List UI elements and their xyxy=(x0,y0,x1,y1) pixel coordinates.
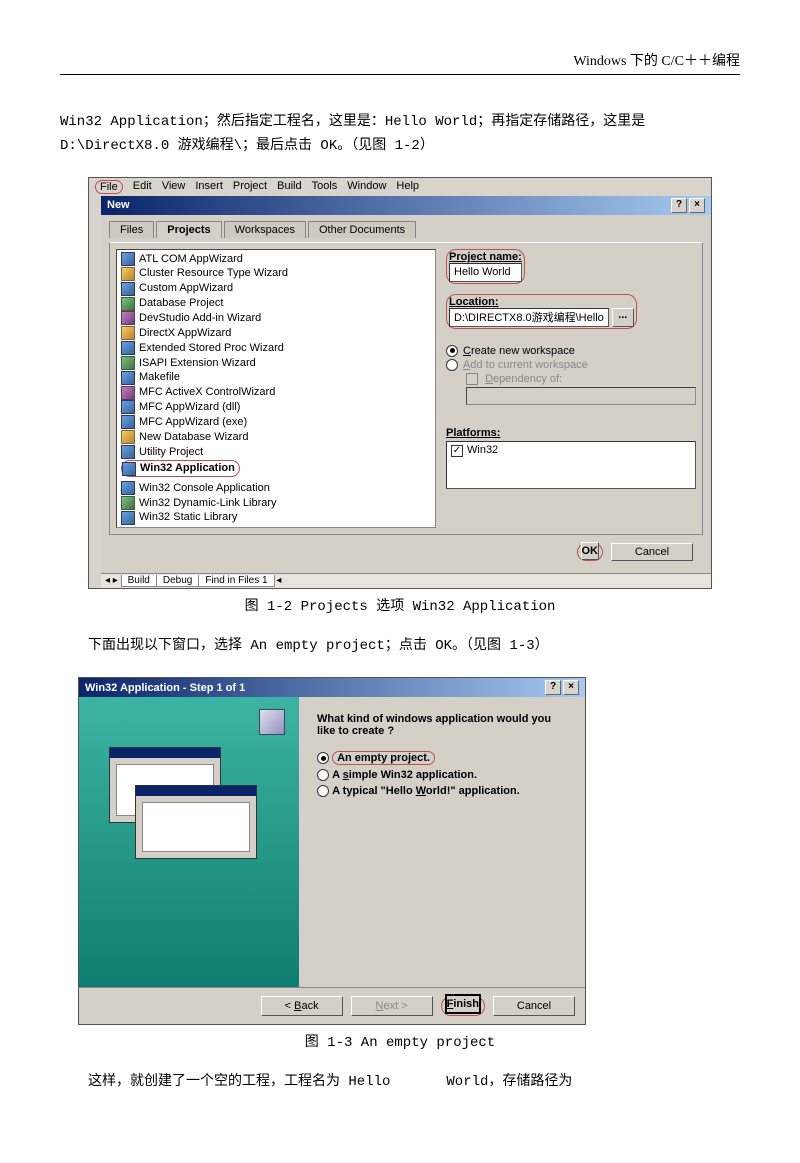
menu-tools[interactable]: Tools xyxy=(312,180,338,194)
radio-hello-world-app[interactable] xyxy=(317,785,329,797)
list-item[interactable]: Win32 Dynamic-Link Library xyxy=(139,496,277,511)
new-dialog-tabs: Files Projects Workspaces Other Document… xyxy=(109,221,703,238)
list-item[interactable]: Win32 Console Application xyxy=(139,481,270,496)
list-item[interactable]: DirectX AppWizard xyxy=(139,326,231,341)
platform-check-icon[interactable]: ✓ xyxy=(451,445,463,457)
cancel-button[interactable]: Cancel xyxy=(611,543,693,561)
menu-edit[interactable]: Edit xyxy=(133,180,152,194)
ok-button[interactable]: OK xyxy=(581,542,600,560)
tab-other-documents[interactable]: Other Documents xyxy=(308,221,416,238)
output-tab-build[interactable]: Build xyxy=(121,575,157,587)
paragraph-3: 这样，就创建了一个空的工程，工程名为 Hello World，存储路径为 xyxy=(60,1071,740,1095)
location-label: Location: xyxy=(449,296,634,308)
tab-projects[interactable]: Projects xyxy=(156,221,221,238)
radio-simple-app[interactable] xyxy=(317,769,329,781)
list-item[interactable]: MFC AppWizard (dll) xyxy=(139,400,240,415)
list-item-win32-application[interactable]: Win32 Application xyxy=(140,461,235,476)
list-item[interactable]: New Database Wizard xyxy=(139,430,248,445)
finish-button[interactable]: Finish xyxy=(445,994,481,1014)
menu-help[interactable]: Help xyxy=(396,180,419,194)
list-item[interactable]: Win32 Static Library xyxy=(139,510,237,525)
menubar: File Edit View Insert Project Build Tool… xyxy=(89,178,711,196)
list-item[interactable]: ATL COM AppWizard xyxy=(139,252,243,267)
decorative-window-icon xyxy=(135,785,257,859)
add-to-workspace-label: Add to current workspace xyxy=(463,359,588,371)
wizard-title: Win32 Application - Step 1 of 1 xyxy=(85,682,245,694)
figure-1-new-dialog: File Edit View Insert Project Build Tool… xyxy=(88,177,712,590)
option-empty-project-label: An empty project. xyxy=(337,752,430,764)
project-type-list[interactable]: ATL COM AppWizard Cluster Resource Type … xyxy=(116,249,436,529)
help-icon[interactable]: ? xyxy=(545,680,561,695)
menu-window[interactable]: Window xyxy=(347,180,386,194)
list-item[interactable]: Makefile xyxy=(139,370,180,385)
page-header: Windows 下的 C/C＋＋编程 xyxy=(60,50,740,75)
output-pane-tabs: ◂ ▸ BuildDebugFind in Files 1 ◂ xyxy=(101,573,711,588)
app-icon xyxy=(259,709,285,735)
close-icon[interactable]: × xyxy=(689,198,705,213)
radio-empty-project[interactable] xyxy=(317,752,329,764)
tab-workspaces[interactable]: Workspaces xyxy=(224,221,306,238)
wizard-question: What kind of windows application would y… xyxy=(317,713,567,737)
output-tab-debug[interactable]: Debug xyxy=(156,575,199,587)
list-item[interactable]: Database Project xyxy=(139,296,223,311)
list-item[interactable]: ISAPI Extension Wizard xyxy=(139,356,256,371)
figure-2-caption: 图 1-3 An empty project xyxy=(60,1031,740,1051)
menu-project[interactable]: Project xyxy=(233,180,267,194)
paragraph-2: 下面出现以下窗口，选择 An empty project；点击 OK。（见图 1… xyxy=(60,635,740,659)
project-name-label: Project name: xyxy=(449,251,522,263)
radio-create-new-workspace[interactable] xyxy=(446,345,458,357)
dependency-checkbox xyxy=(466,373,478,385)
list-item[interactable]: Cluster Resource Type Wizard xyxy=(139,266,288,281)
new-dialog-titlebar: New ? × xyxy=(101,196,711,215)
wizard-titlebar: Win32 Application - Step 1 of 1 ? × xyxy=(79,678,585,697)
output-tab-find[interactable]: Find in Files 1 xyxy=(198,575,274,587)
list-item[interactable]: MFC AppWizard (exe) xyxy=(139,415,247,430)
menu-build[interactable]: Build xyxy=(277,180,301,194)
dependency-combo xyxy=(466,387,696,405)
project-name-input[interactable]: Hello World xyxy=(449,263,522,282)
list-item[interactable]: Custom AppWizard xyxy=(139,281,233,296)
figure-1-caption: 图 1-2 Projects 选项 Win32 Application xyxy=(60,595,740,615)
figure-2-wizard-dialog: Win32 Application - Step 1 of 1 ? × What… xyxy=(78,677,586,1025)
paragraph-1: Win32 Application；然后指定工程名，这里是：Hello Worl… xyxy=(60,111,740,159)
option-hello-world-label: A typical "Hello World!" application. xyxy=(332,785,520,797)
menu-file[interactable]: File xyxy=(95,180,123,194)
platforms-list[interactable]: ✓Win32 xyxy=(446,441,696,489)
help-icon[interactable]: ? xyxy=(671,198,687,213)
create-new-workspace-label: Create new workspace xyxy=(463,345,575,357)
list-item[interactable]: Utility Project xyxy=(139,445,203,460)
radio-add-to-workspace xyxy=(446,359,458,371)
menu-insert[interactable]: Insert xyxy=(195,180,223,194)
back-button[interactable]: < Back xyxy=(261,996,343,1016)
dependency-label: Dependency of: xyxy=(485,373,562,385)
location-input[interactable]: D:\DIRECTX8.0游戏编程\Hello xyxy=(449,308,609,327)
next-button: Next > xyxy=(351,996,433,1016)
list-item[interactable]: Extended Stored Proc Wizard xyxy=(139,341,284,356)
cancel-button[interactable]: Cancel xyxy=(493,996,575,1016)
list-item[interactable]: DevStudio Add-in Wizard xyxy=(139,311,261,326)
menu-view[interactable]: View xyxy=(162,180,186,194)
tab-files[interactable]: Files xyxy=(109,221,154,238)
platforms-label: Platforms: xyxy=(446,427,696,439)
close-icon[interactable]: × xyxy=(563,680,579,695)
browse-button[interactable]: ... xyxy=(612,308,634,327)
new-dialog-title: New xyxy=(107,199,130,211)
list-item[interactable]: MFC ActiveX ControlWizard xyxy=(139,385,275,400)
wizard-banner xyxy=(79,697,299,987)
option-simple-app-label: A simple Win32 application. xyxy=(332,769,477,781)
